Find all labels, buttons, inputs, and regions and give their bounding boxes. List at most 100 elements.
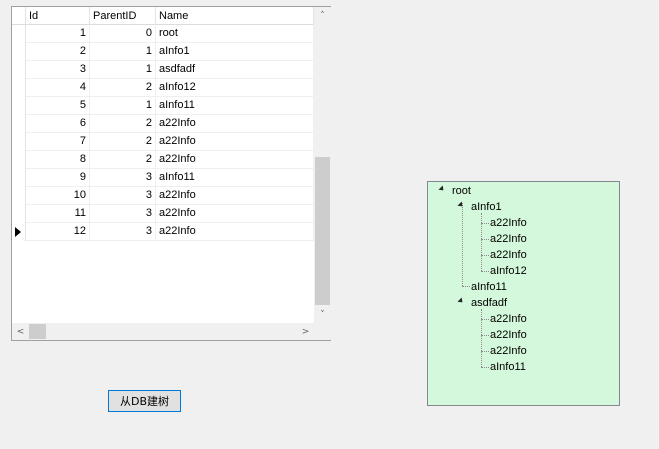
row-header[interactable]	[12, 223, 26, 241]
cell-id[interactable]: 12	[26, 223, 90, 241]
tree-node[interactable]: a22Info	[490, 232, 527, 246]
column-header-name[interactable]: Name	[156, 7, 314, 25]
scroll-left-icon[interactable]: <	[12, 323, 29, 340]
scroll-right-icon[interactable]: >	[297, 323, 314, 340]
cell-id[interactable]: 6	[26, 115, 90, 133]
cell-name[interactable]: a22Info	[156, 223, 314, 241]
cell-name[interactable]: aInfo11	[156, 169, 314, 187]
table-row[interactable]: 9 3 aInfo11	[12, 169, 314, 187]
cell-id[interactable]: 10	[26, 187, 90, 205]
tree-line	[481, 213, 482, 271]
scroll-up-icon[interactable]: ˄	[314, 7, 331, 24]
scrollbar-corner	[314, 323, 331, 340]
cell-parentid[interactable]: 2	[90, 115, 156, 133]
tree-line	[462, 203, 463, 286]
cell-parentid[interactable]: 2	[90, 133, 156, 151]
vertical-scroll-thumb[interactable]	[315, 157, 330, 305]
row-header[interactable]	[12, 25, 26, 43]
table-row[interactable]: 11 3 a22Info	[12, 205, 314, 223]
tree-node-ainfo1[interactable]: aInfo1	[471, 200, 502, 214]
tree-node[interactable]: aInfo12	[490, 264, 527, 278]
tree-line	[481, 239, 489, 240]
row-header[interactable]	[12, 97, 26, 115]
row-header[interactable]	[12, 187, 26, 205]
row-header[interactable]	[12, 61, 26, 79]
row-header[interactable]	[12, 115, 26, 133]
tree-node[interactable]: a22Info	[490, 216, 527, 230]
cell-parentid[interactable]: 3	[90, 205, 156, 223]
table-row[interactable]: 8 2 a22Info	[12, 151, 314, 169]
tree-node[interactable]: aInfo11	[490, 360, 526, 374]
table-row-current[interactable]: 12 3 a22Info	[12, 223, 314, 241]
tree-line	[481, 319, 489, 320]
row-header[interactable]	[12, 43, 26, 61]
cell-id[interactable]: 1	[26, 25, 90, 43]
cell-id[interactable]: 2	[26, 43, 90, 61]
cell-id[interactable]: 4	[26, 79, 90, 97]
table-row[interactable]: 1 0 root	[12, 25, 314, 43]
cell-id[interactable]: 11	[26, 205, 90, 223]
cell-parentid[interactable]: 3	[90, 187, 156, 205]
cell-parentid[interactable]: 1	[90, 61, 156, 79]
tree-node-root[interactable]: root	[452, 184, 471, 198]
cell-name[interactable]: aInfo12	[156, 79, 314, 97]
tree-line	[481, 309, 482, 367]
cell-parentid[interactable]: 1	[90, 43, 156, 61]
cell-id[interactable]: 8	[26, 151, 90, 169]
expand-collapse-icon[interactable]	[438, 185, 446, 193]
cell-name[interactable]: a22Info	[156, 187, 314, 205]
cell-name[interactable]: a22Info	[156, 133, 314, 151]
tree-node[interactable]: a22Info	[490, 248, 527, 262]
expand-collapse-icon[interactable]	[457, 201, 465, 209]
table-row[interactable]: 10 3 a22Info	[12, 187, 314, 205]
table-row[interactable]: 2 1 aInfo1	[12, 43, 314, 61]
tree-node-ainfo11[interactable]: aInfo11	[471, 280, 507, 294]
cell-parentid[interactable]: 1	[90, 97, 156, 115]
tree-node[interactable]: a22Info	[490, 344, 527, 358]
row-header[interactable]	[12, 169, 26, 187]
grid-empty-area	[12, 241, 314, 323]
table-row[interactable]: 6 2 a22Info	[12, 115, 314, 133]
table-row[interactable]: 4 2 aInfo12	[12, 79, 314, 97]
horizontal-scroll-thumb[interactable]	[29, 324, 46, 339]
expand-collapse-icon[interactable]	[457, 297, 465, 305]
cell-name[interactable]: root	[156, 25, 314, 43]
cell-parentid[interactable]: 3	[90, 169, 156, 187]
cell-parentid[interactable]: 2	[90, 151, 156, 169]
row-header[interactable]	[12, 133, 26, 151]
table-row[interactable]: 3 1 asdfadf	[12, 61, 314, 79]
horizontal-scrollbar[interactable]: < >	[12, 323, 314, 340]
data-grid[interactable]: Id ParentID Name 1 0 root 2 1 aInfo1 3 1…	[11, 6, 331, 341]
cell-id[interactable]: 7	[26, 133, 90, 151]
cell-name[interactable]: asdfadf	[156, 61, 314, 79]
cell-parentid[interactable]: 2	[90, 79, 156, 97]
row-header-corner[interactable]	[12, 7, 26, 25]
column-header-id[interactable]: Id	[26, 7, 90, 25]
tree-node[interactable]: a22Info	[490, 328, 527, 342]
cell-id[interactable]: 5	[26, 97, 90, 115]
cell-name[interactable]: a22Info	[156, 151, 314, 169]
cell-name[interactable]: aInfo11	[156, 97, 314, 115]
scroll-down-icon[interactable]: ˅	[314, 306, 331, 323]
tree-node-asdfadf[interactable]: asdfadf	[471, 296, 507, 310]
row-header[interactable]	[12, 79, 26, 97]
build-tree-from-db-button[interactable]: 从DB建树	[108, 390, 181, 412]
row-header[interactable]	[12, 205, 26, 223]
column-header-parentid[interactable]: ParentID	[90, 7, 156, 25]
tree-view[interactable]: root aInfo1 a22Info a22Info a22Info aInf…	[427, 181, 620, 406]
cell-parentid[interactable]: 3	[90, 223, 156, 241]
cell-id[interactable]: 9	[26, 169, 90, 187]
cell-parentid[interactable]: 0	[90, 25, 156, 43]
cell-name[interactable]: a22Info	[156, 205, 314, 223]
row-header[interactable]	[12, 151, 26, 169]
tree-line	[481, 351, 489, 352]
table-row[interactable]: 7 2 a22Info	[12, 133, 314, 151]
vertical-scrollbar[interactable]: ˄ ˅	[314, 7, 331, 323]
current-row-arrow-icon	[15, 227, 21, 237]
cell-id[interactable]: 3	[26, 61, 90, 79]
tree-line	[462, 286, 470, 287]
tree-node[interactable]: a22Info	[490, 312, 527, 326]
cell-name[interactable]: a22Info	[156, 115, 314, 133]
table-row[interactable]: 5 1 aInfo11	[12, 97, 314, 115]
cell-name[interactable]: aInfo1	[156, 43, 314, 61]
